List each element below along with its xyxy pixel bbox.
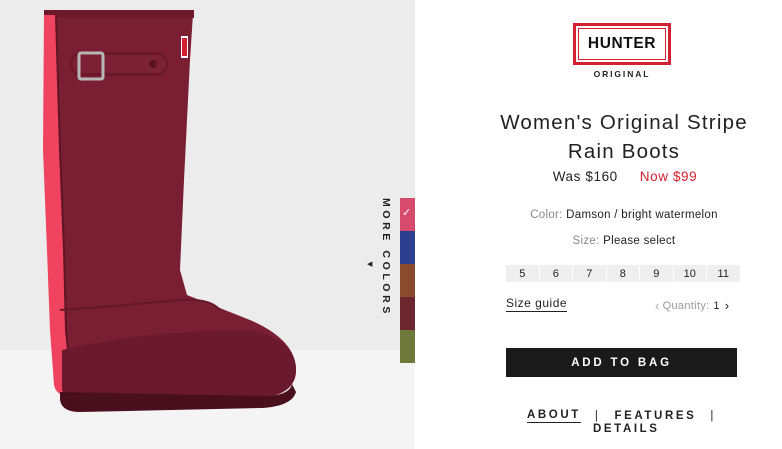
size-label: Size: <box>572 235 600 247</box>
product-tabs: ABOUT | FEATURES | DETAILS <box>527 409 737 436</box>
brand-logo[interactable]: HUNTER <box>573 23 671 65</box>
size-option-5[interactable]: 5 <box>506 265 539 282</box>
tab-about[interactable]: ABOUT <box>527 409 581 423</box>
logo-frame: HUNTER <box>578 28 666 60</box>
color-swatch-damson[interactable]: ✓ <box>400 198 415 231</box>
size-option-6[interactable]: 6 <box>539 265 572 282</box>
color-label: Color: <box>530 209 563 221</box>
quantity-increase-icon[interactable]: › <box>725 298 730 313</box>
color-swatch-olive[interactable] <box>400 330 415 363</box>
color-swatch-brown[interactable] <box>400 264 415 297</box>
more-colors-toggle[interactable]: MORE COLORS <box>378 198 394 322</box>
tab-separator: | <box>710 409 716 422</box>
product-info-panel: HUNTER ORIGINAL Women's Original Stripe … <box>415 0 782 449</box>
quantity-decrease-icon[interactable]: ‹ <box>655 298 660 313</box>
price-row: Was $160 Now $99 <box>515 169 735 184</box>
boot-image <box>43 10 296 412</box>
add-to-bag-button[interactable]: ADD TO BAG <box>506 348 737 377</box>
size-option-10[interactable]: 10 <box>673 265 706 282</box>
check-icon: ✓ <box>402 206 412 219</box>
logo-text: HUNTER <box>587 35 657 52</box>
size-option-11[interactable]: 11 <box>707 265 740 282</box>
tab-separator: | <box>594 409 601 422</box>
logo-subtitle: ORIGINAL <box>593 69 651 79</box>
quantity-value: 1 <box>713 299 720 312</box>
product-title: Women's Original Stripe Rain Boots <box>475 108 773 166</box>
more-colors-label: MORE COLORS <box>380 198 392 317</box>
size-option-9[interactable]: 9 <box>640 265 673 282</box>
size-option-7[interactable]: 7 <box>573 265 606 282</box>
product-title-line2: Rain Boots <box>567 140 681 163</box>
size-guide-link[interactable]: Size guide <box>506 297 568 312</box>
tab-features[interactable]: FEATURES <box>614 410 696 423</box>
size-option-8[interactable]: 8 <box>606 265 639 282</box>
price-was: Was $160 <box>552 169 618 184</box>
size-selection: Size: Please select <box>475 235 773 247</box>
price-now: Now $99 <box>639 169 698 184</box>
product-title-line1: Women's Original Stripe <box>500 111 748 134</box>
quantity-label: Quantity: <box>662 299 710 312</box>
size-options: 5 6 7 8 9 10 11 <box>506 265 740 282</box>
more-colors-caret-icon[interactable]: ◀ <box>367 260 372 268</box>
color-selection: Color: Damson / bright watermelon <box>475 209 773 221</box>
color-value: Damson / bright watermelon <box>566 209 718 221</box>
color-swatch-navy[interactable] <box>400 231 415 264</box>
size-value: Please select <box>603 235 676 247</box>
product-image-panel: ◀ MORE COLORS ✓ <box>0 0 415 449</box>
color-swatch-dark-red[interactable] <box>400 297 415 330</box>
quantity-stepper: ‹ Quantity: 1 › <box>655 298 729 313</box>
tab-details[interactable]: DETAILS <box>593 423 660 435</box>
color-swatch-strip: ✓ <box>400 198 415 363</box>
